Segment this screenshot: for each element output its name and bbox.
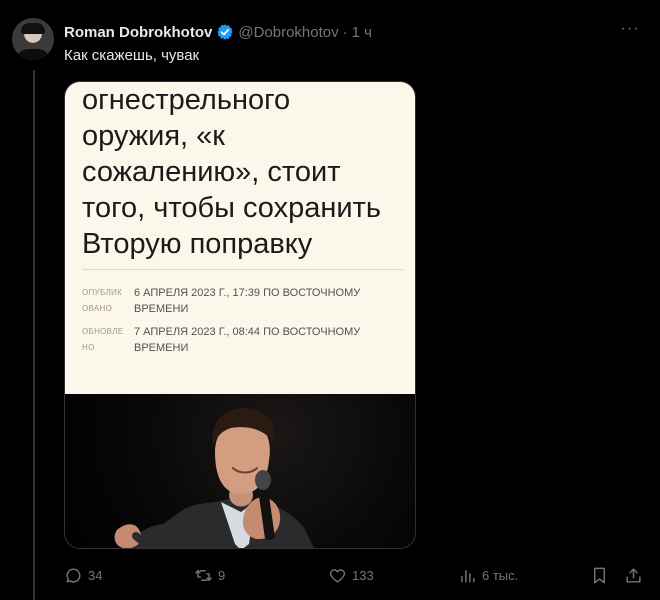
published-date-line: 6 АПРЕЛЯ 2023 Г., 17:39 ПО ВОСТОЧНОМУ — [134, 287, 361, 299]
timestamp[interactable]: 1 ч — [352, 24, 372, 41]
like-button[interactable]: 133 — [328, 564, 374, 586]
published-date-line: ВРЕМЕНИ — [134, 303, 189, 315]
article-screenshot: огнестрельного оружия, «к сожалению», ст… — [65, 82, 415, 394]
updated-date-line: 7 АПРЕЛЯ 2023 Г., 08:44 ПО ВОСТОЧНОМУ — [134, 326, 361, 338]
repost-button[interactable]: 9 — [194, 564, 225, 586]
speaker-photo — [65, 394, 415, 548]
separator-dot: · — [342, 23, 348, 41]
thread-line — [33, 70, 35, 600]
updated-label-line: НО — [82, 343, 95, 352]
reply-count: 34 — [88, 567, 103, 583]
bookmark-icon — [594, 567, 605, 583]
reply-icon — [66, 567, 81, 583]
display-name[interactable]: Roman Dobrokhotov — [64, 24, 212, 41]
share-button[interactable] — [624, 564, 643, 586]
heart-icon — [329, 568, 346, 583]
more-options-button[interactable]: ··· — [618, 20, 642, 40]
headline-line: сожалению», стоит — [82, 156, 341, 188]
updated-label-line: ОБНОВЛЕ — [82, 327, 124, 336]
verified-badge-icon[interactable] — [216, 23, 234, 41]
avatar[interactable] — [12, 18, 54, 60]
tweet-actions: 34 9 133 6 тыс. — [64, 564, 650, 586]
repost-icon — [195, 569, 212, 581]
published-date: 6 АПРЕЛЯ 2023 Г., 17:39 ПО ВОСТОЧНОМУ ВР… — [134, 285, 406, 317]
article-divider — [82, 269, 403, 270]
headline-line: оружия, «к — [82, 120, 225, 152]
updated-label: ОБНОВЛЕ НО — [82, 324, 134, 356]
published-meta: ОПУБЛИК ОВАНО 6 АПРЕЛЯ 2023 Г., 17:39 ПО… — [82, 285, 412, 317]
views-chart-icon — [461, 569, 475, 583]
tweet-media-image[interactable]: огнестрельного оружия, «к сожалению», ст… — [64, 81, 416, 549]
published-label: ОПУБЛИК ОВАНО — [82, 285, 134, 317]
published-label-line: ОПУБЛИК — [82, 288, 123, 297]
updated-date: 7 АПРЕЛЯ 2023 Г., 08:44 ПО ВОСТОЧНОМУ ВР… — [134, 324, 406, 356]
published-label-line: ОВАНО — [82, 304, 113, 313]
reply-button[interactable]: 34 — [64, 564, 102, 586]
share-icon — [626, 567, 641, 583]
bookmark-button[interactable] — [590, 564, 609, 586]
headline-line: Вторую поправку — [82, 228, 313, 260]
updated-date-line: ВРЕМЕНИ — [134, 342, 189, 354]
headline-line: огнестрельного — [82, 84, 291, 116]
speaker-figure — [114, 407, 314, 548]
tweet-header: Roman Dobrokhotov @Dobrokhotov · 1 ч — [64, 21, 372, 43]
headline-line: того, чтобы сохранить — [82, 192, 381, 224]
article-headline: огнестрельного оружия, «к сожалению», ст… — [82, 82, 381, 262]
updated-meta: ОБНОВЛЕ НО 7 АПРЕЛЯ 2023 Г., 08:44 ПО ВО… — [82, 324, 412, 356]
repost-count: 9 — [218, 567, 226, 583]
views-button[interactable]: 6 тыс. — [458, 564, 518, 586]
views-count: 6 тыс. — [482, 567, 519, 583]
user-handle[interactable]: @Dobrokhotov — [238, 24, 338, 41]
like-count: 133 — [352, 567, 374, 583]
tweet-text: Как скажешь, чувак — [64, 47, 200, 64]
